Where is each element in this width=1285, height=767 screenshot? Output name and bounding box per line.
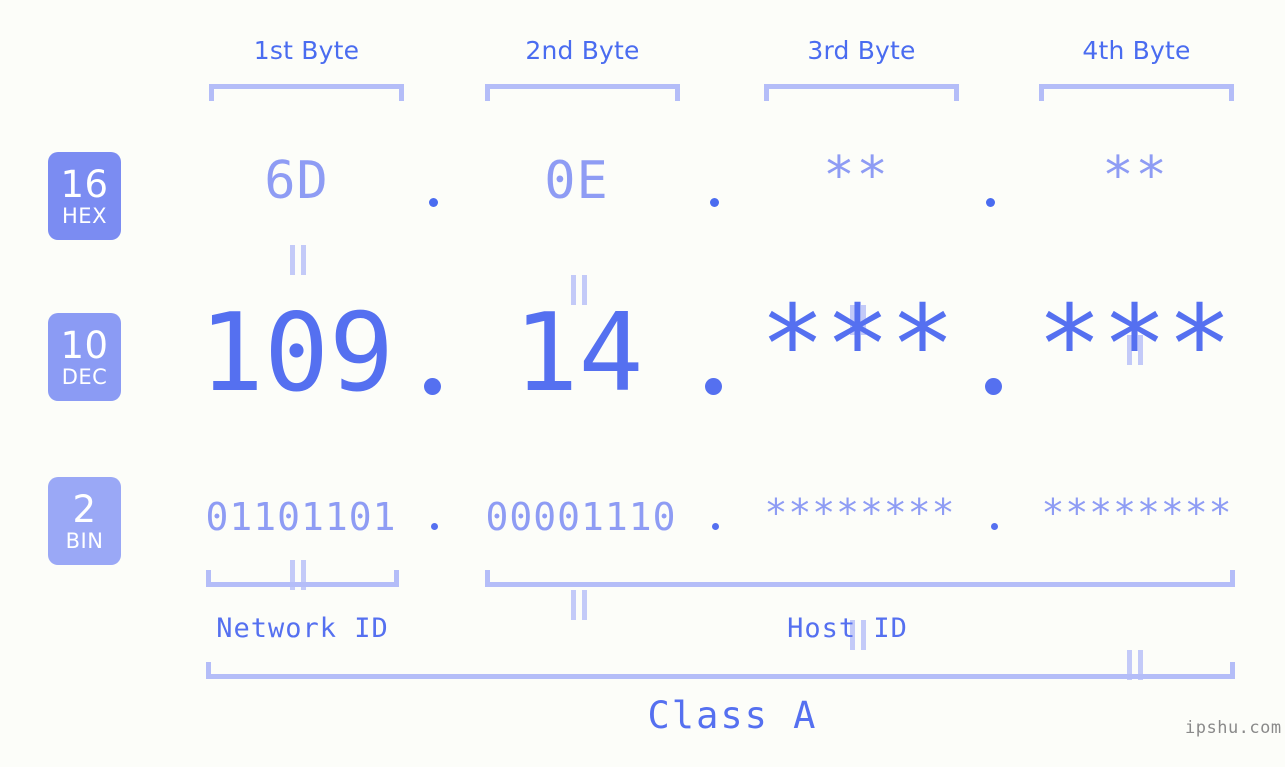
host-id-label: Host ID: [787, 613, 908, 644]
hex-separator-dot-2: [710, 198, 719, 207]
byte-bracket-top-2: [485, 84, 680, 101]
ip-address-breakdown-diagram: 1st Byte 2nd Byte 3rd Byte 4th Byte 16 H…: [0, 0, 1285, 767]
hex-byte-value-4: **: [1102, 146, 1169, 206]
radix-badge-bin: 2 BIN: [48, 477, 121, 565]
bin-byte-value-1: 01101101: [205, 495, 397, 539]
byte-header-label-1: 1st Byte: [253, 36, 360, 65]
radix-badge-dec-number: 10: [60, 323, 109, 367]
hex-byte-value-1: 6D: [264, 151, 329, 211]
bin-separator-dot-3: [991, 523, 998, 530]
bin-byte-value-4: ********: [1041, 491, 1233, 535]
dec-byte-value-3: ***: [760, 283, 956, 408]
watermark: ipshu.com: [1185, 718, 1282, 738]
host-id-bracket: [485, 570, 1235, 587]
bin-byte-value-2: 00001110: [485, 495, 677, 539]
class-bracket: [206, 662, 1235, 679]
hex-separator-dot-3: [986, 198, 995, 207]
network-id-label: Network ID: [216, 613, 389, 644]
bin-separator-dot-1: [431, 523, 438, 530]
byte-bracket-top-1: [209, 84, 404, 101]
byte-header-label-4: 4th Byte: [1082, 36, 1191, 65]
byte-header-label-3: 3rd Byte: [807, 36, 916, 65]
class-label: Class A: [647, 694, 818, 737]
radix-badge-dec: 10 DEC: [48, 313, 121, 401]
radix-badge-hex-number: 16: [60, 162, 109, 206]
radix-badge-hex-system: HEX: [62, 203, 107, 228]
hex-separator-dot-1: [429, 198, 438, 207]
bin-byte-value-3: ********: [764, 491, 956, 535]
radix-badge-dec-system: DEC: [61, 364, 108, 389]
dec-separator-dot-1: [424, 378, 441, 395]
network-id-bracket: [206, 570, 399, 587]
byte-bracket-top-3: [764, 84, 959, 101]
radix-badge-bin-system: BIN: [65, 528, 104, 553]
byte-header-label-2: 2nd Byte: [525, 36, 640, 65]
dec-separator-dot-2: [705, 378, 722, 395]
dec-separator-dot-3: [985, 378, 1002, 395]
hex-byte-value-3: **: [823, 146, 890, 206]
equals-connector-dec-bin-2: [569, 590, 589, 620]
equals-connector-hex-dec-1: [288, 245, 308, 275]
dec-byte-value-2: 14: [513, 291, 644, 416]
radix-badge-bin-number: 2: [72, 487, 97, 531]
bin-separator-dot-2: [712, 523, 719, 530]
radix-badge-hex: 16 HEX: [48, 152, 121, 240]
byte-bracket-top-4: [1039, 84, 1234, 101]
dec-byte-value-4: ***: [1037, 283, 1233, 408]
dec-byte-value-1: 109: [198, 291, 395, 416]
hex-byte-value-2: 0E: [544, 151, 609, 211]
